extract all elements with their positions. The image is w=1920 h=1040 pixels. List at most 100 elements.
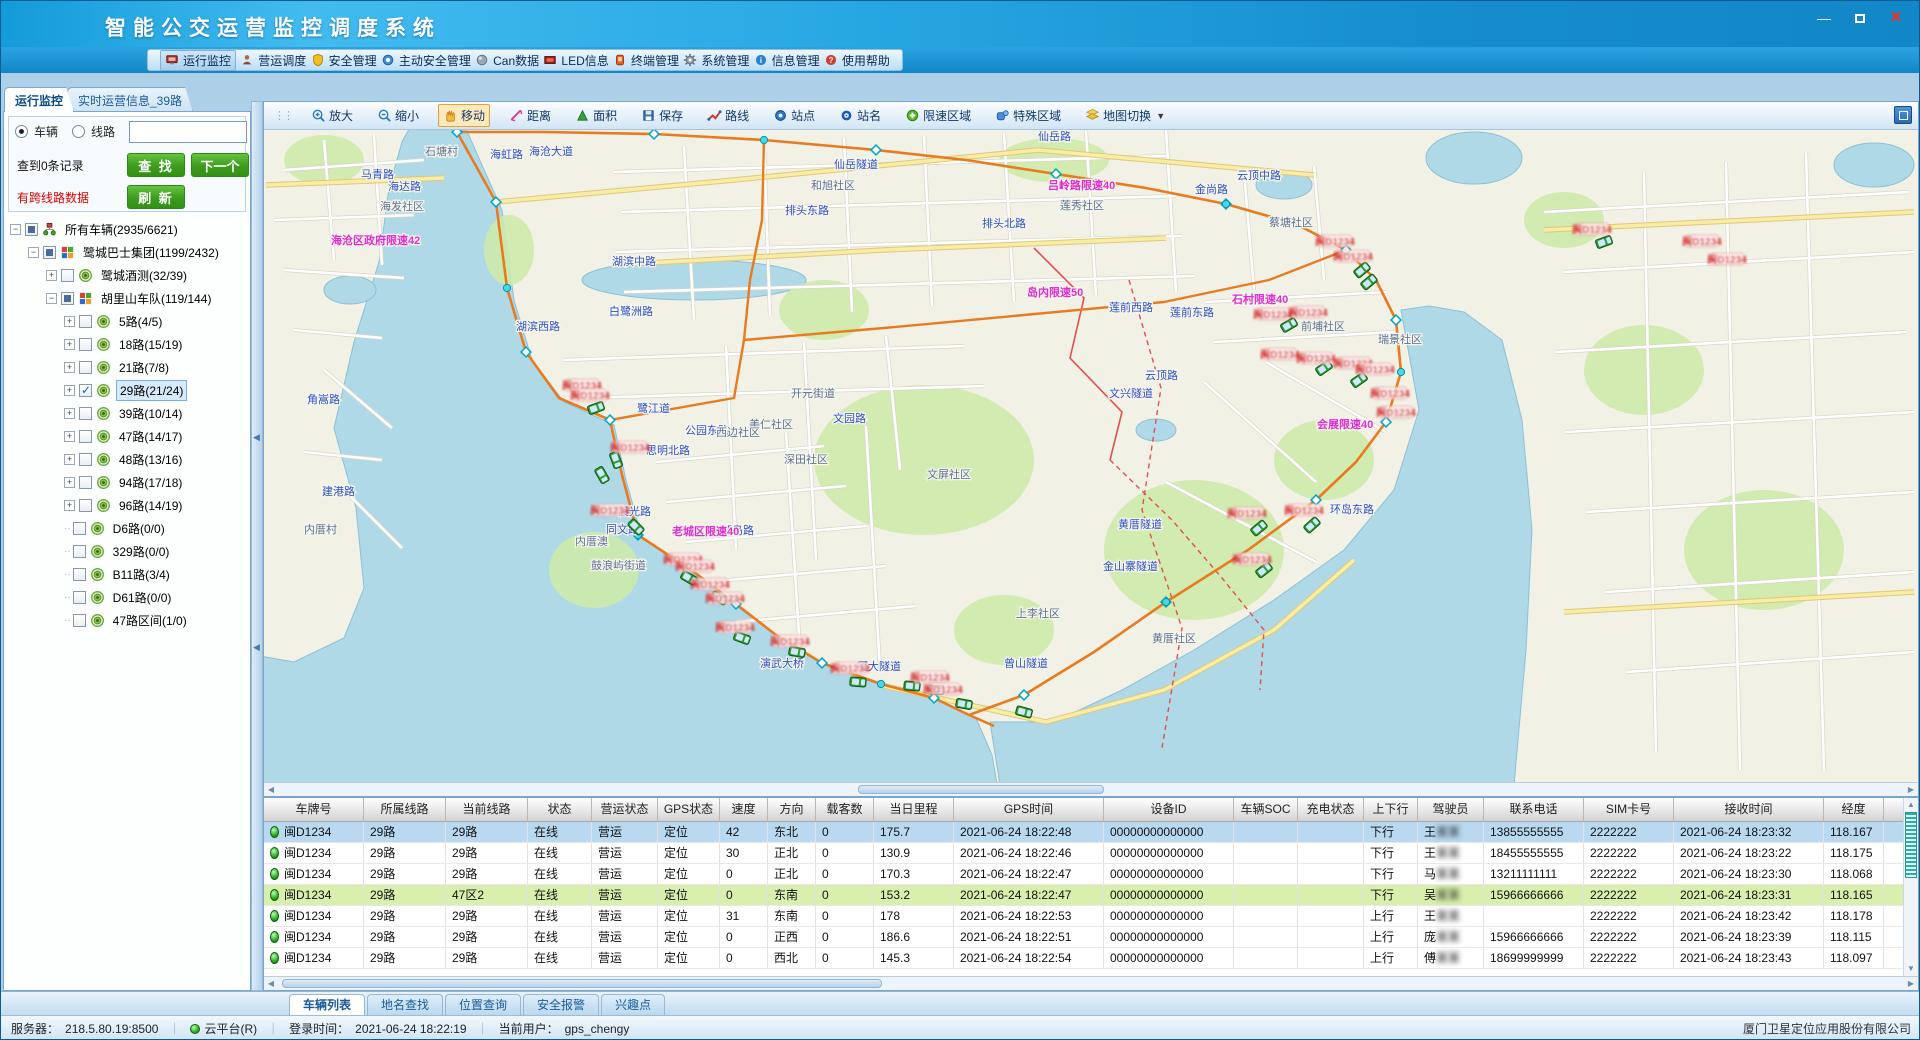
tree-item-47路-14-17-[interactable]: +47路(14/17) — [6, 425, 248, 448]
table-row-2[interactable]: 闽D123429路29路在线营运定位30正北0130.92021-06-24 1… — [264, 843, 1903, 864]
search-input[interactable] — [129, 121, 247, 143]
menu-item-5[interactable]: Can数据 — [475, 52, 539, 69]
map-tool-6[interactable]: 保存 — [636, 104, 688, 127]
column-header-经度[interactable]: 经度 — [1824, 798, 1884, 821]
table-vscroll-thumb[interactable] — [1905, 812, 1917, 878]
vehicle-plate-label[interactable]: 闽D1234 — [1355, 363, 1395, 376]
vehicle-plate-label[interactable]: 闽D1234 — [923, 683, 963, 696]
vehicle-plate-label[interactable]: 闽D1234 — [590, 504, 630, 517]
expand-toggle-icon[interactable]: − — [46, 293, 57, 304]
column-header-联系电话[interactable]: 联系电话 — [1484, 798, 1584, 821]
bottom-tab-位置查询[interactable]: 位置查询 — [445, 994, 521, 1015]
column-header-所属线路[interactable]: 所属线路 — [364, 798, 446, 821]
expand-toggle-icon[interactable]: + — [64, 339, 75, 350]
column-header-GPS状态[interactable]: GPS状态 — [658, 798, 720, 821]
panel-collapse-strip[interactable]: ◀ ◀ — [251, 101, 263, 991]
close-button[interactable]: × — [1885, 9, 1907, 27]
tab-run-monitor[interactable]: 运行监控 — [4, 87, 74, 112]
vehicle-plate-label[interactable]: 闽D1234 — [1284, 504, 1324, 517]
column-header-载客数[interactable]: 载客数 — [816, 798, 874, 821]
column-header-上下行[interactable]: 上下行 — [1364, 798, 1418, 821]
vehicle-plate-label[interactable]: 闽D1234 — [1315, 235, 1355, 248]
expand-toggle-icon[interactable]: + — [64, 385, 75, 396]
bottom-tab-车辆列表[interactable]: 车辆列表 — [289, 994, 365, 1015]
route-node-icon[interactable] — [1397, 368, 1404, 375]
column-header-设备ID[interactable]: 设备ID — [1104, 798, 1234, 821]
column-header-状态[interactable]: 状态 — [528, 798, 592, 821]
column-header-车牌号[interactable]: 车牌号 — [264, 798, 364, 821]
column-header-GPS时间[interactable]: GPS时间 — [954, 798, 1104, 821]
tree-checkbox[interactable] — [61, 292, 74, 305]
column-header-驾驶员[interactable]: 驾驶员 — [1418, 798, 1484, 821]
menu-item-4[interactable]: 主动安全管理 — [381, 52, 471, 69]
expand-toggle-icon[interactable]: − — [10, 224, 21, 235]
next-button[interactable]: 下一个 — [191, 153, 249, 177]
radio-line[interactable] — [72, 125, 85, 138]
tree-checkbox[interactable] — [79, 453, 92, 466]
map-canvas[interactable]: 马青路海达路海虹路海沧大道角嵩路建港路仙岳路金尚路云顶中路湖滨中路白鹭洲路湖滨西… — [264, 130, 1918, 782]
vehicle-plate-label[interactable]: 闽D1234 — [715, 621, 755, 634]
tree-checkbox[interactable] — [73, 591, 86, 604]
tree-item-D6路-0-0-[interactable]: ··D6路(0/0) — [6, 517, 248, 540]
column-header-营运状态[interactable]: 营运状态 — [592, 798, 658, 821]
tree-item-鹭城巴士集团-1199-2432-[interactable]: −鹭城巴士集团(1199/2432) — [6, 241, 248, 264]
tree-checkbox[interactable] — [79, 338, 92, 351]
vehicle-plate-label[interactable]: 闽D1234 — [675, 560, 715, 573]
expand-toggle-icon[interactable]: − — [28, 247, 39, 258]
scroll-right-icon[interactable]: ▶ — [1904, 977, 1918, 990]
table-row-1[interactable]: 闽D123429路29路在线营运定位42东北0175.72021-06-24 1… — [264, 822, 1903, 843]
tree-checkbox[interactable] — [73, 522, 86, 535]
map-tool-1[interactable]: 放大 — [306, 104, 358, 127]
tree-item-D61路-0-0-[interactable]: ··D61路(0/0) — [6, 586, 248, 609]
menu-item-10[interactable]: ?使用帮助 — [824, 52, 890, 69]
maximize-button[interactable] — [1849, 9, 1871, 27]
menu-item-3[interactable]: 安全管理 — [311, 52, 377, 69]
map-tool-11[interactable]: 特殊区域 — [990, 104, 1066, 127]
bottom-tab-安全报警[interactable]: 安全报警 — [523, 994, 599, 1015]
scroll-left-icon[interactable]: ◀ — [264, 783, 278, 796]
menu-item-9[interactable]: i信息管理 — [754, 52, 820, 69]
vehicle-plate-label[interactable]: 闽D1234 — [610, 441, 650, 454]
tree-checkbox[interactable] — [79, 476, 92, 489]
tree-item-47路区间-1-0-[interactable]: ··47路区间(1/0) — [6, 609, 248, 632]
expand-toggle-icon[interactable]: + — [64, 431, 75, 442]
tree-checkbox[interactable] — [79, 499, 92, 512]
column-header-方向[interactable]: 方向 — [768, 798, 816, 821]
tree-checkbox[interactable] — [43, 246, 56, 259]
menu-item-6[interactable]: LED信息 — [543, 52, 608, 69]
menu-item-7[interactable]: 终端管理 — [613, 52, 679, 69]
tree-checkbox[interactable] — [25, 223, 38, 236]
find-button[interactable]: 查 找 — [127, 153, 185, 177]
tree-checkbox[interactable] — [79, 407, 92, 420]
vehicle-plate-label[interactable]: 闽D1234 — [1682, 235, 1722, 248]
minimize-button[interactable]: — — [1813, 9, 1835, 27]
map-scroll-thumb[interactable] — [858, 785, 1104, 794]
vehicle-plate-label[interactable]: 闽D1234 — [570, 389, 610, 402]
table-row-7[interactable]: 闽D123429路29路在线营运定位0西北0145.32021-06-24 18… — [264, 948, 1903, 969]
route-node-icon[interactable] — [503, 284, 510, 291]
vehicle-plate-label[interactable]: 闽D1234 — [1707, 253, 1747, 266]
tree-checkbox[interactable] — [73, 614, 86, 627]
vehicle-plate-label[interactable]: 闽D1234 — [1253, 308, 1293, 321]
table-scroll-thumb[interactable] — [282, 979, 882, 988]
map-tool-3[interactable]: 移动 — [438, 104, 490, 127]
column-header-车辆SOC[interactable]: 车辆SOC — [1234, 798, 1298, 821]
expand-toggle-icon[interactable]: + — [64, 477, 75, 488]
vehicle-plate-label[interactable]: 闽D1234 — [830, 662, 870, 675]
vehicle-plate-label[interactable]: 闽D1234 — [1333, 250, 1373, 263]
tree-item-29路-21-24-[interactable]: +29路(21/24) — [6, 379, 248, 402]
tree-checkbox[interactable] — [79, 430, 92, 443]
tree-item-胡里山车队-119-144-[interactable]: −胡里山车队(119/144) — [6, 287, 248, 310]
map-tool-9[interactable]: 站名 — [834, 104, 886, 127]
collapse-arrow-icon[interactable]: ◀ — [253, 642, 261, 653]
vehicle-plate-label[interactable]: 闽D1234 — [1260, 348, 1300, 361]
bus-vehicle-icon[interactable] — [850, 677, 867, 687]
map-tool-10[interactable]: 限速区域 — [900, 104, 976, 127]
toolbar-mini-button[interactable] — [1894, 106, 1912, 124]
tree-checkbox[interactable] — [61, 269, 74, 282]
tree-checkbox[interactable] — [79, 384, 92, 397]
tree-item-96路-14-19-[interactable]: +96路(14/19) — [6, 494, 248, 517]
tree-checkbox[interactable] — [79, 315, 92, 328]
scroll-left-icon[interactable]: ◀ — [264, 977, 278, 990]
scroll-right-icon[interactable]: ▶ — [1904, 783, 1918, 796]
